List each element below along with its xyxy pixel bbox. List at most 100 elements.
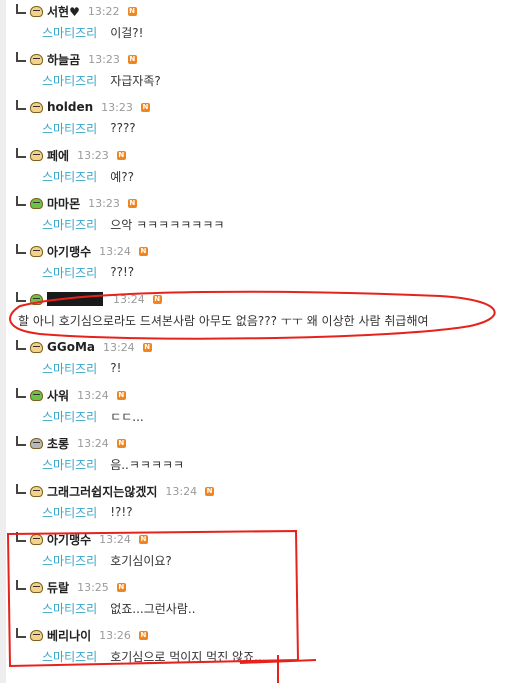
face-icon bbox=[30, 5, 43, 17]
new-badge: N bbox=[142, 342, 152, 352]
reply-arrow-icon bbox=[16, 484, 26, 494]
comment-item: 그래그러쉽지는않겠지 13:24 N 스마티즈리 !?!? bbox=[14, 481, 503, 525]
comment-author[interactable]: holden bbox=[47, 100, 93, 114]
comment-text: 자급자족? bbox=[110, 73, 161, 88]
mention-link[interactable]: 스마티즈리 bbox=[42, 72, 97, 89]
mention-link[interactable]: 스마티즈리 bbox=[42, 552, 97, 569]
reply-arrow-icon bbox=[16, 148, 26, 158]
mention-link[interactable]: 스마티즈리 bbox=[42, 408, 97, 425]
comment-author[interactable]: 그래그러쉽지는않겠지 bbox=[47, 483, 157, 500]
reply-arrow-icon bbox=[16, 4, 26, 14]
comment-text: ??!? bbox=[110, 265, 135, 279]
new-badge: N bbox=[138, 246, 148, 256]
face-icon bbox=[30, 629, 43, 641]
mention-link[interactable]: 스마티즈리 bbox=[42, 168, 97, 185]
frog-icon bbox=[30, 197, 43, 209]
new-badge: N bbox=[116, 438, 126, 448]
comment-author[interactable]: 아기맹수 bbox=[47, 243, 91, 260]
reply-arrow-icon bbox=[16, 100, 26, 110]
left-border bbox=[0, 0, 6, 683]
comment-author[interactable]: 하늘곰 bbox=[47, 51, 80, 68]
comment-item: 사워 13:24 N 스마티즈리 ㄷㄷ... bbox=[14, 385, 503, 429]
comment-time: 13:24 bbox=[99, 532, 131, 546]
comment-item: 베리나이 13:26 N 스마티즈리 호기심으로 먹이지 먹진 않죠.. bbox=[14, 625, 503, 669]
comment-time: 13:25 bbox=[77, 580, 109, 594]
face-icon bbox=[30, 485, 43, 497]
comment-time: 13:22 bbox=[87, 4, 120, 18]
comment-author[interactable]: 사워 bbox=[47, 387, 69, 404]
comment-time: 13:24 bbox=[113, 292, 145, 306]
mention-link[interactable]: 스마티즈리 bbox=[42, 120, 97, 137]
reply-arrow-icon bbox=[16, 244, 26, 254]
comment-time: 13:23 bbox=[88, 52, 120, 66]
comment-author[interactable]: 듀랄 bbox=[47, 579, 69, 596]
new-badge: N bbox=[127, 6, 137, 16]
reply-arrow-icon bbox=[16, 388, 26, 398]
new-badge: N bbox=[152, 294, 162, 304]
mention-link[interactable]: 스마티즈리 bbox=[42, 264, 97, 281]
new-badge: N bbox=[140, 102, 150, 112]
frog-icon bbox=[30, 389, 43, 401]
comment-item: holden 13:23 N 스마티즈리 ???? bbox=[14, 97, 503, 141]
comment-author[interactable]: 베리나이 bbox=[47, 627, 91, 644]
face-icon bbox=[30, 341, 43, 353]
new-badge: N bbox=[127, 54, 137, 64]
mention-link[interactable]: 스마티즈리 bbox=[42, 600, 97, 617]
mouse-icon bbox=[30, 437, 43, 449]
comment-item-author: 13:24 N 할 아니 호기심으로라도 드셔본사람 아무도 없음??? ㅜㅜ … bbox=[14, 289, 503, 333]
comment-item: 페에 13:23 N 스마티즈리 예?? bbox=[14, 145, 503, 189]
comment-time: 13:23 bbox=[77, 148, 109, 162]
reply-arrow-icon bbox=[16, 196, 26, 206]
comment-text: 이걸?! bbox=[110, 25, 144, 40]
redacted-nickname bbox=[47, 292, 103, 306]
comment-text: ㄷㄷ... bbox=[110, 409, 144, 424]
comment-item: 아기맹수 13:24 N 스마티즈리 호기심이요? bbox=[14, 529, 503, 573]
face-icon bbox=[30, 101, 43, 113]
comment-time: 13:24 bbox=[165, 484, 198, 498]
comment-time: 13:23 bbox=[101, 100, 133, 114]
comment-item: 마마몬 13:23 N 스마티즈리 으악 ㅋㅋㅋㅋㅋㅋㅋㅋ bbox=[14, 193, 503, 237]
new-badge: N bbox=[138, 534, 148, 544]
comment-time: 13:26 bbox=[99, 628, 131, 642]
comment-author[interactable]: 마마몬 bbox=[47, 195, 80, 212]
comment-text: 예?? bbox=[110, 169, 134, 184]
comment-text: 할 아니 호기심으로라도 드셔본사람 아무도 없음??? ㅜㅜ 왜 이상한 사람… bbox=[18, 313, 429, 328]
mention-link[interactable]: 스마티즈리 bbox=[42, 648, 97, 665]
reply-arrow-icon bbox=[16, 532, 26, 542]
comment-author[interactable]: 서현♥ bbox=[47, 3, 80, 20]
comment-time: 13:24 bbox=[77, 436, 109, 450]
comment-text: ?! bbox=[110, 361, 122, 375]
comment-item: 듀랄 13:25 N 스마티즈리 없죠...그런사람.. bbox=[14, 577, 503, 621]
new-badge: N bbox=[116, 582, 126, 592]
comment-text: 으악 ㅋㅋㅋㅋㅋㅋㅋㅋ bbox=[110, 217, 225, 232]
mention-link[interactable]: 스마티즈리 bbox=[42, 24, 97, 41]
reply-arrow-icon bbox=[16, 340, 26, 350]
new-badge: N bbox=[127, 198, 137, 208]
comment-time: 13:24 bbox=[102, 340, 135, 354]
face-icon bbox=[30, 245, 43, 257]
mention-link[interactable]: 스마티즈리 bbox=[42, 504, 97, 521]
comment-author[interactable]: GGoMa bbox=[47, 340, 95, 354]
reply-arrow-icon bbox=[16, 580, 26, 590]
comment-text: 호기심으로 먹이지 먹진 않죠.. bbox=[110, 649, 262, 664]
comment-author[interactable]: 페에 bbox=[47, 147, 69, 164]
comment-author[interactable]: 초롱 bbox=[47, 435, 69, 452]
comment-time: 13:24 bbox=[99, 244, 131, 258]
comment-author[interactable]: 아기맹수 bbox=[47, 531, 91, 548]
mention-link[interactable]: 스마티즈리 bbox=[42, 216, 97, 233]
comment-text: 음..ㅋㅋㅋㅋㅋ bbox=[110, 457, 185, 472]
comment-time: 13:24 bbox=[77, 388, 109, 402]
mention-link[interactable]: 스마티즈리 bbox=[42, 360, 97, 377]
face-icon bbox=[30, 581, 43, 593]
new-badge: N bbox=[116, 390, 126, 400]
new-badge: N bbox=[116, 150, 126, 160]
comment-item: 초롱 13:24 N 스마티즈리 음..ㅋㅋㅋㅋㅋ bbox=[14, 433, 503, 477]
reply-arrow-icon bbox=[16, 628, 26, 638]
mention-link[interactable]: 스마티즈리 bbox=[42, 456, 97, 473]
reply-arrow-icon bbox=[16, 52, 26, 62]
comment-text: !?!? bbox=[110, 505, 133, 519]
comment-item: GGoMa 13:24 N 스마티즈리 ?! bbox=[14, 337, 503, 381]
face-icon bbox=[30, 53, 43, 65]
comment-time: 13:23 bbox=[88, 196, 120, 210]
face-icon bbox=[30, 533, 43, 545]
